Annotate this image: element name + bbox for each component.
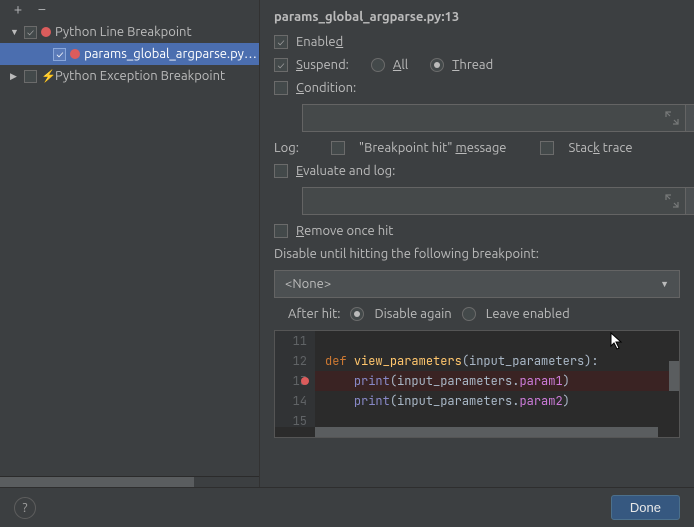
leave-enabled-radio[interactable] bbox=[462, 307, 476, 321]
tree-category-exception-breakpoints[interactable]: ▶ ⚡ Python Exception Breakpoint bbox=[0, 65, 259, 87]
add-breakpoint-button[interactable]: + bbox=[12, 3, 24, 15]
tree-item-breakpoint[interactable]: ✓ params_global_argparse.py:13 bbox=[0, 43, 259, 65]
help-button[interactable]: ? bbox=[14, 497, 36, 519]
stack-trace-checkbox[interactable] bbox=[540, 141, 554, 155]
tree-label: params_global_argparse.py:13 bbox=[84, 47, 259, 61]
condition-input[interactable] bbox=[302, 104, 686, 132]
breakpoint-checkbox[interactable]: ✓ bbox=[53, 48, 66, 61]
tree-label: Python Line Breakpoint bbox=[55, 25, 192, 39]
horizontal-scrollbar[interactable] bbox=[0, 476, 259, 487]
condition-label: Condition: bbox=[296, 81, 356, 95]
breakpoint-dot-icon bbox=[41, 27, 51, 37]
disable-again-radio[interactable] bbox=[350, 307, 364, 321]
gutter-line-number[interactable]: 14 bbox=[275, 391, 315, 411]
done-button[interactable]: Done bbox=[611, 495, 680, 520]
log-message-checkbox[interactable] bbox=[331, 141, 345, 155]
tree-label: Python Exception Breakpoint bbox=[55, 69, 225, 83]
log-message-label: "Breakpoint hit" message bbox=[359, 141, 507, 155]
code-preview: 11 12 def view_parameters(input_paramete… bbox=[274, 330, 680, 438]
evaluate-log-label: Evaluate and log: bbox=[296, 164, 395, 178]
expand-arrow-icon[interactable]: ▶ bbox=[10, 71, 20, 82]
category-checkbox[interactable] bbox=[24, 70, 37, 83]
select-value: <None> bbox=[285, 277, 331, 291]
breakpoint-dot-icon[interactable] bbox=[301, 377, 309, 385]
breakpoint-dot-icon bbox=[70, 49, 80, 59]
suspend-checkbox[interactable]: ✓ bbox=[274, 58, 288, 72]
suspend-all-label: All bbox=[393, 58, 408, 72]
enabled-label: Enabled bbox=[296, 35, 343, 49]
stack-trace-label: Stack trace bbox=[568, 141, 632, 155]
disable-until-label: Disable until hitting the following brea… bbox=[274, 247, 680, 261]
log-label: Log: bbox=[274, 141, 299, 155]
remove-once-label: Remove once hit bbox=[296, 224, 393, 238]
category-checkbox[interactable]: ✓ bbox=[24, 26, 37, 39]
breakpoint-details-panel: params_global_argparse.py:13 ✓ Enabled ✓… bbox=[260, 0, 694, 487]
breakpoints-tree-panel: + − ▼ ✓ Python Line Breakpoint ✓ params_… bbox=[0, 0, 260, 487]
condition-history-dropdown[interactable]: ▼ bbox=[686, 104, 694, 132]
suspend-thread-label: Thread bbox=[452, 58, 493, 72]
expand-icon[interactable] bbox=[665, 111, 679, 125]
panel-title: params_global_argparse.py:13 bbox=[274, 10, 680, 24]
gutter-line-number[interactable]: 11 bbox=[275, 331, 315, 351]
after-hit-label: After hit: bbox=[288, 307, 340, 321]
disable-again-label: Disable again bbox=[374, 307, 451, 321]
gutter-line-number[interactable]: 13 bbox=[275, 371, 315, 391]
breakpoints-tree[interactable]: ▼ ✓ Python Line Breakpoint ✓ params_glob… bbox=[0, 19, 259, 476]
code-horizontal-scrollbar[interactable] bbox=[275, 427, 679, 437]
evaluate-input[interactable] bbox=[302, 187, 686, 215]
leave-enabled-label: Leave enabled bbox=[486, 307, 570, 321]
gutter-line-number[interactable]: 15 bbox=[275, 411, 315, 427]
expand-icon[interactable] bbox=[665, 194, 679, 208]
tree-category-line-breakpoints[interactable]: ▼ ✓ Python Line Breakpoint bbox=[0, 21, 259, 43]
remove-breakpoint-button[interactable]: − bbox=[36, 3, 48, 15]
suspend-thread-radio[interactable] bbox=[430, 58, 444, 72]
expand-arrow-icon[interactable]: ▼ bbox=[10, 27, 20, 37]
evaluate-history-dropdown[interactable]: ▼ bbox=[686, 187, 694, 215]
gutter-line-number[interactable]: 12 bbox=[275, 351, 315, 371]
suspend-label: Suspend: bbox=[296, 58, 349, 72]
code-vertical-scrollbar[interactable] bbox=[669, 331, 679, 427]
remove-once-checkbox[interactable] bbox=[274, 224, 288, 238]
exception-bolt-icon: ⚡ bbox=[41, 69, 51, 83]
condition-checkbox[interactable] bbox=[274, 81, 288, 95]
evaluate-log-checkbox[interactable] bbox=[274, 164, 288, 178]
chevron-down-icon: ▼ bbox=[660, 279, 669, 289]
disable-until-select[interactable]: <None> ▼ bbox=[274, 270, 680, 298]
suspend-all-radio[interactable] bbox=[371, 58, 385, 72]
enabled-checkbox[interactable]: ✓ bbox=[274, 35, 288, 49]
